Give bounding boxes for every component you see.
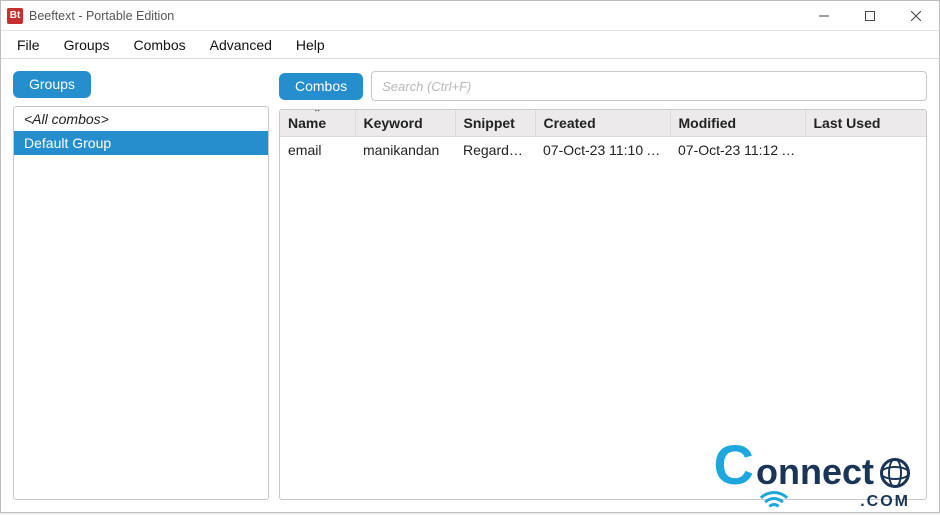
groups-list: <All combos> Default Group (13, 106, 269, 500)
app-icon: Bt (7, 8, 23, 24)
combos-pane: Combos ⌃ Name Keyword Snippet Created (279, 71, 927, 500)
titlebar: Bt Beeftext - Portable Edition (1, 1, 939, 31)
maximize-button[interactable] (847, 1, 893, 31)
menu-help[interactable]: Help (284, 34, 337, 56)
col-header-snippet[interactable]: Snippet (455, 110, 535, 137)
table-row[interactable]: email manikandan Regards... 07-Oct-23 11… (280, 137, 926, 164)
col-header-created[interactable]: Created (535, 110, 670, 137)
col-header-keyword[interactable]: Keyword (355, 110, 455, 137)
search-input[interactable] (371, 71, 927, 101)
menu-file[interactable]: File (5, 34, 52, 56)
cell-lastused (805, 137, 926, 164)
group-all-combos[interactable]: <All combos> (14, 107, 268, 131)
col-header-modified[interactable]: Modified (670, 110, 805, 137)
cell-modified: 07-Oct-23 11:12 AM (670, 137, 805, 164)
combos-table-container: ⌃ Name Keyword Snippet Created Modified … (279, 109, 927, 500)
cell-created: 07-Oct-23 11:10 AM (535, 137, 670, 164)
content-area: Groups <All combos> Default Group Combos… (1, 59, 939, 512)
menu-advanced[interactable]: Advanced (198, 34, 284, 56)
combos-toolbar: Combos (279, 71, 927, 101)
combos-table: ⌃ Name Keyword Snippet Created Modified … (280, 110, 926, 163)
window-title: Beeftext - Portable Edition (29, 9, 174, 23)
menu-groups[interactable]: Groups (52, 34, 122, 56)
col-header-name[interactable]: ⌃ Name (280, 110, 355, 137)
cell-name: email (280, 137, 355, 164)
menubar: File Groups Combos Advanced Help (1, 31, 939, 59)
combos-button[interactable]: Combos (279, 73, 363, 100)
group-default[interactable]: Default Group (14, 131, 268, 155)
window-controls (801, 1, 939, 31)
minimize-button[interactable] (801, 1, 847, 31)
app-window: Bt Beeftext - Portable Edition File Grou… (0, 0, 940, 513)
cell-keyword: manikandan (355, 137, 455, 164)
col-header-lastused[interactable]: Last Used (805, 110, 926, 137)
sort-ascending-icon: ⌃ (313, 109, 321, 119)
close-button[interactable] (893, 1, 939, 31)
groups-button[interactable]: Groups (13, 71, 91, 98)
menu-combos[interactable]: Combos (121, 34, 197, 56)
groups-pane: Groups <All combos> Default Group (13, 71, 269, 500)
cell-snippet: Regards... (455, 137, 535, 164)
